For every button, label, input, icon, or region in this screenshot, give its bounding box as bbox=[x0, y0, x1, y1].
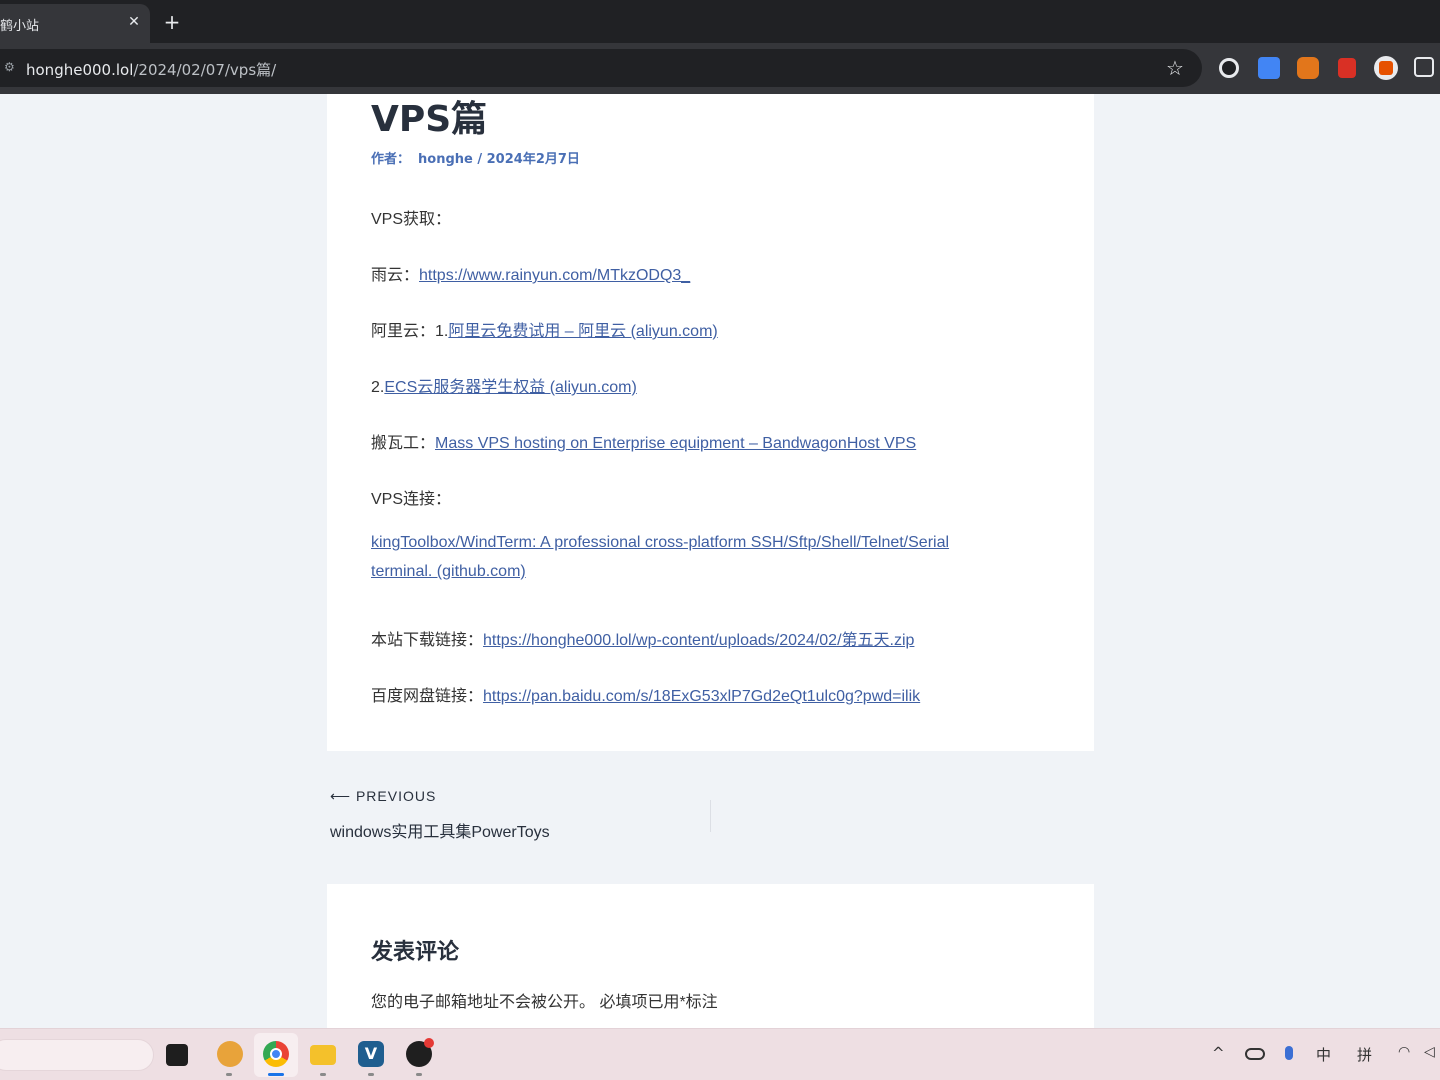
previous-label[interactable]: ⟵ PREVIOUS bbox=[330, 788, 436, 805]
line-prefix: 阿里云：1. bbox=[371, 323, 449, 340]
line-prefix: 搬瓦工： bbox=[371, 435, 436, 452]
windterm-github-link[interactable]: kingToolbox/WindTerm: A professional cro… bbox=[371, 534, 949, 580]
tray-chevron-icon[interactable]: ^ bbox=[1212, 1044, 1225, 1062]
nav-divider bbox=[710, 800, 711, 832]
post-title: VPS篇 bbox=[371, 99, 488, 140]
bookmark-star-icon[interactable]: ☆ bbox=[1164, 57, 1186, 79]
metamask-extension-icon[interactable] bbox=[1297, 57, 1319, 79]
url-text[interactable]: honghe000.lol/2024/02/07/vps篇/ bbox=[26, 59, 276, 80]
aliyun-free-trial-link[interactable]: 阿里云免费试用 – 阿里云 (aliyun.com) bbox=[448, 323, 717, 340]
meta-author-date[interactable]: honghe / 2024年2月7日 bbox=[418, 152, 580, 167]
tab-title: 鹤小站 bbox=[0, 19, 40, 34]
post-meta: 作者： honghe / 2024年2月7日 bbox=[371, 148, 580, 167]
extensions-puzzle-icon[interactable] bbox=[1414, 57, 1434, 77]
post-line-bandwagon: 搬瓦工：Mass VPS hosting on Enterprise equip… bbox=[371, 429, 916, 453]
comment-title: 发表评论 bbox=[371, 940, 460, 965]
pinyin-indicator[interactable]: 拼 bbox=[1357, 1044, 1372, 1065]
baidu-pan-link[interactable]: https://pan.baidu.com/s/18ExG53xlP7Gd2eQ… bbox=[483, 688, 920, 705]
running-indicator bbox=[416, 1073, 422, 1076]
task-view-icon[interactable] bbox=[166, 1044, 188, 1066]
post-line-aliyun-1: 阿里云：1.阿里云免费试用 – 阿里云 (aliyun.com) bbox=[371, 317, 718, 341]
post-line-windterm: kingToolbox/WindTerm: A professional cro… bbox=[371, 528, 1011, 586]
running-indicator bbox=[320, 1073, 326, 1076]
line-prefix: 百度网盘链接： bbox=[371, 688, 484, 705]
line-prefix: 雨云： bbox=[371, 267, 420, 284]
translate-extension-icon[interactable] bbox=[1258, 57, 1280, 79]
ime-mode-indicator[interactable]: 中 bbox=[1316, 1044, 1331, 1065]
browser-tab[interactable]: 鹤小站 ✕ bbox=[0, 4, 150, 43]
bandwagonhost-link[interactable]: Mass VPS hosting on Enterprise equipment… bbox=[435, 435, 916, 452]
extension-circle-icon[interactable] bbox=[1219, 58, 1239, 78]
post-line-site-download: 本站下载链接：https://honghe000.lol/wp-content/… bbox=[371, 626, 914, 650]
post-line-baidu: 百度网盘链接：https://pan.baidu.com/s/18ExG53xl… bbox=[371, 682, 920, 706]
rainyun-link[interactable]: https://www.rainyun.com/MTkzODQ3_ bbox=[419, 267, 690, 284]
onedrive-cloud-icon[interactable] bbox=[1245, 1048, 1265, 1060]
line-prefix: 2. bbox=[371, 379, 385, 396]
line-prefix: 本站下载链接： bbox=[371, 632, 484, 649]
post-navigation: ⟵ PREVIOUS windows实用工具集PowerToys bbox=[327, 784, 1094, 844]
browser-tab-bar: 鹤小站 ✕ + bbox=[0, 0, 1440, 43]
previous-post-title[interactable]: windows实用工具集PowerToys bbox=[330, 818, 550, 842]
meta-author-label: 作者： bbox=[371, 152, 411, 167]
file-explorer-icon[interactable] bbox=[310, 1045, 336, 1065]
wifi-icon[interactable]: ◠ bbox=[1398, 1044, 1410, 1060]
new-tab-button[interactable]: + bbox=[160, 10, 184, 34]
site-download-link[interactable]: https://honghe000.lol/wp-content/uploads… bbox=[483, 632, 914, 649]
browser-toolbar: ⚙ honghe000.lol/2024/02/07/vps篇/ ☆ bbox=[0, 43, 1440, 94]
lock-extension-icon[interactable] bbox=[1338, 58, 1356, 78]
volume-icon[interactable]: ◁ bbox=[1424, 1044, 1435, 1060]
windows-taskbar: V ^ 中 拼 ◠ ◁ bbox=[0, 1028, 1440, 1080]
running-indicator bbox=[226, 1073, 232, 1076]
url-path: /2024/02/07/vps篇/ bbox=[133, 61, 277, 79]
comment-card: 发表评论 您的电子邮箱地址不会被公开。 必填项已用*标注 bbox=[327, 884, 1094, 1028]
page-content: VPS篇 作者： honghe / 2024年2月7日 VPS获取： 雨云：htt… bbox=[0, 94, 1440, 1028]
chrome-icon[interactable] bbox=[263, 1041, 289, 1067]
post-card: VPS篇 作者： honghe / 2024年2月7日 VPS获取： 雨云：htt… bbox=[327, 94, 1094, 751]
address-bar[interactable]: ⚙ honghe000.lol/2024/02/07/vps篇/ ☆ bbox=[0, 49, 1202, 87]
close-tab-icon[interactable]: ✕ bbox=[124, 12, 144, 32]
search-app-icon[interactable] bbox=[217, 1041, 243, 1067]
line-prefix: VPS连接： bbox=[371, 491, 452, 508]
taskbar-search-box[interactable] bbox=[0, 1039, 154, 1071]
post-line-aliyun-2: 2.ECS云服务器学生权益 (aliyun.com) bbox=[371, 373, 637, 397]
active-indicator bbox=[268, 1073, 284, 1076]
comment-note: 您的电子邮箱地址不会被公开。 必填项已用*标注 bbox=[371, 994, 718, 1011]
profile-extension-icon[interactable] bbox=[1374, 56, 1398, 80]
line-prefix: VPS获取： bbox=[371, 211, 452, 228]
v-app-icon[interactable]: V bbox=[358, 1041, 384, 1067]
site-info-icon[interactable]: ⚙ bbox=[4, 60, 18, 76]
post-line-vps-connect: VPS连接： bbox=[371, 485, 451, 509]
post-line-vps-get: VPS获取： bbox=[371, 205, 451, 229]
microphone-icon[interactable] bbox=[1285, 1046, 1293, 1060]
notification-badge bbox=[424, 1038, 434, 1048]
running-indicator bbox=[368, 1073, 374, 1076]
post-line-rainyun: 雨云：https://www.rainyun.com/MTkzODQ3_ bbox=[371, 261, 690, 285]
aliyun-ecs-student-link[interactable]: ECS云服务器学生权益 (aliyun.com) bbox=[384, 379, 636, 396]
url-host: honghe000.lol bbox=[26, 61, 134, 79]
